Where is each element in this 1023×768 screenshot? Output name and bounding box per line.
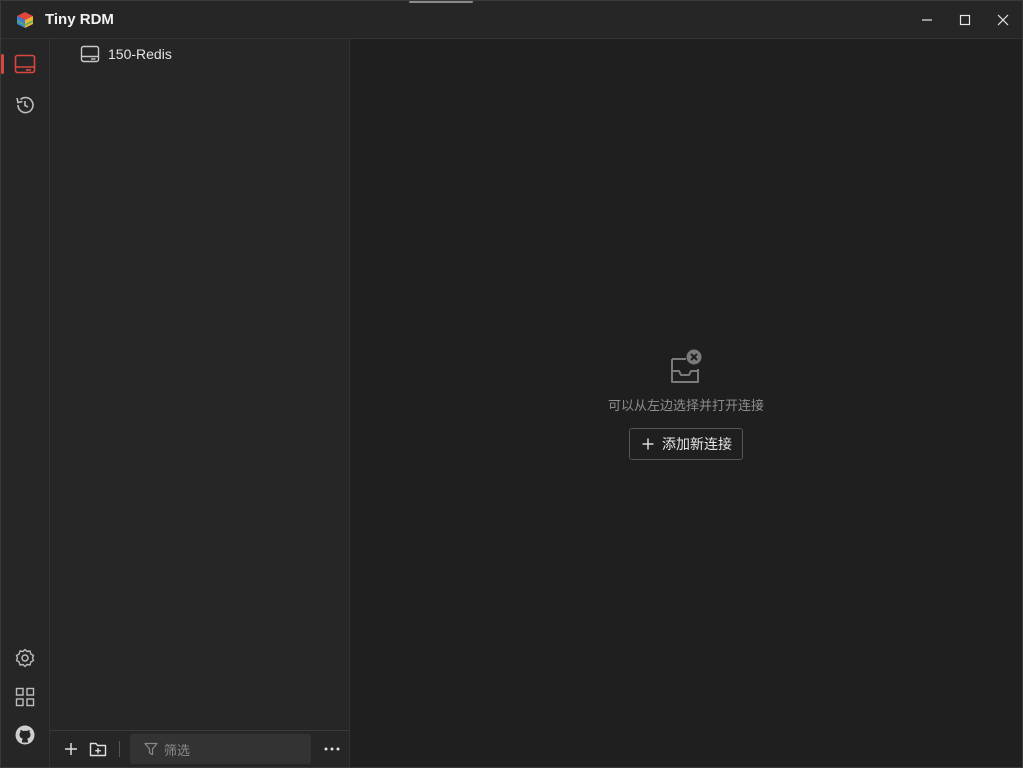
empty-hint: 可以从左边选择并打开连接	[607, 398, 764, 413]
title-bar: Tiny RDM	[1, 1, 1022, 39]
server-icon	[14, 54, 36, 74]
connection-item[interactable]: 150-Redis	[80, 43, 172, 65]
plus-icon	[642, 438, 654, 450]
maximize-icon	[959, 14, 971, 25]
more-icon	[324, 747, 340, 751]
filter-icon	[144, 742, 158, 756]
close-button[interactable]	[984, 1, 1022, 38]
snap-indicator	[409, 1, 473, 3]
rail-connections-button[interactable]	[1, 46, 49, 82]
app-logo-icon	[17, 11, 33, 28]
empty-state: 可以从左边选择并打开连接 添加新连接	[350, 349, 1022, 460]
maximize-button[interactable]	[946, 1, 984, 38]
rail-history-button[interactable]	[1, 87, 49, 123]
activity-rail	[1, 39, 50, 767]
add-group-button[interactable]	[85, 736, 111, 762]
rail-github-button[interactable]	[1, 717, 49, 753]
window-controls	[908, 1, 1022, 38]
filter-placeholder: 筛选	[164, 742, 191, 758]
empty-inbox-icon	[671, 349, 702, 383]
app-title: Tiny RDM	[45, 11, 114, 28]
add-connection-button[interactable]	[58, 736, 84, 762]
minimize-icon	[922, 18, 932, 21]
connection-footer: 筛选	[50, 730, 349, 767]
folder-add-icon	[89, 742, 107, 757]
connection-label: 150-Redis	[108, 46, 172, 62]
more-options-button[interactable]	[319, 736, 345, 762]
connection-pane: 150-Redis 筛选	[50, 39, 350, 767]
main-content: 可以从左边选择并打开连接 添加新连接	[350, 39, 1022, 767]
rail-apps-button[interactable]	[1, 679, 49, 715]
close-icon	[997, 14, 1009, 25]
github-icon	[15, 725, 35, 745]
grid-icon	[15, 687, 35, 707]
plus-icon	[65, 743, 77, 755]
rail-settings-button[interactable]	[1, 640, 49, 676]
app-window: Tiny RDM 150-Redis 筛选 可以从左边选择并打开连接 添加新连接	[0, 0, 1023, 768]
add-new-connection-label: 添加新连接	[662, 436, 732, 452]
add-new-connection-button[interactable]: 添加新连接	[629, 428, 743, 460]
filter-input[interactable]: 筛选	[130, 734, 311, 764]
footer-divider	[119, 741, 120, 757]
history-icon	[16, 96, 34, 114]
server-icon	[80, 45, 100, 63]
minimize-button[interactable]	[908, 1, 946, 38]
gear-icon	[15, 648, 35, 668]
